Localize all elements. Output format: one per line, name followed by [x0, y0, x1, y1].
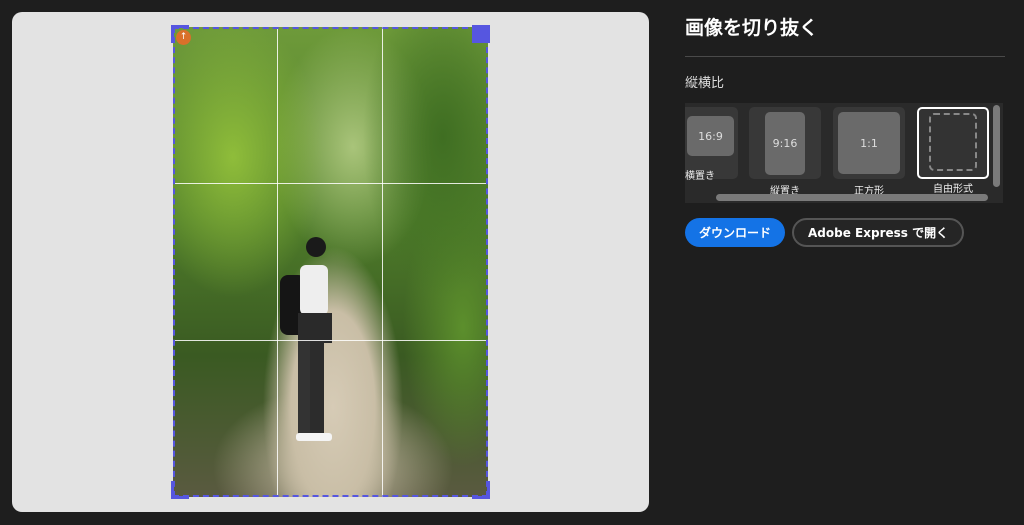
aspect-ratio-label: 縦横比: [685, 76, 725, 91]
option-label: 自由形式: [933, 184, 973, 195]
ratio-text: 1:1: [838, 112, 900, 174]
freeform-icon: [929, 113, 977, 171]
ratio-text: 9:16: [765, 112, 805, 175]
horizontal-scrollbar[interactable]: [716, 194, 988, 201]
panel-title: 画像を切り抜く: [685, 17, 819, 39]
download-button[interactable]: ダウンロード: [685, 218, 786, 247]
crop-panel: 画像を切り抜く 縦横比 16:9 横置き 9:16 縦置き 1:1 正方形 自由…: [685, 0, 1005, 247]
ratio-text: 16:9: [687, 116, 734, 156]
option-square[interactable]: 1:1 正方形: [833, 107, 905, 197]
open-in-express-button[interactable]: Adobe Express で開く: [792, 218, 965, 247]
crop-handle-bottom-right[interactable]: [472, 481, 490, 499]
option-landscape[interactable]: 16:9 横置き: [685, 107, 738, 182]
crop-frame[interactable]: [173, 27, 488, 497]
crop-handle-top-right[interactable]: [472, 25, 490, 43]
vertical-scrollbar[interactable]: [993, 105, 1000, 187]
crop-handle-bottom-left[interactable]: [171, 481, 189, 499]
option-freeform[interactable]: 自由形式: [917, 107, 989, 195]
divider: [685, 56, 1005, 57]
option-label: 横置き: [685, 171, 715, 182]
option-portrait[interactable]: 9:16 縦置き: [749, 107, 821, 197]
upload-badge-icon: ↑: [176, 30, 191, 45]
aspect-ratio-carousel: 16:9 横置き 9:16 縦置き 1:1 正方形 自由形式: [685, 103, 1003, 203]
